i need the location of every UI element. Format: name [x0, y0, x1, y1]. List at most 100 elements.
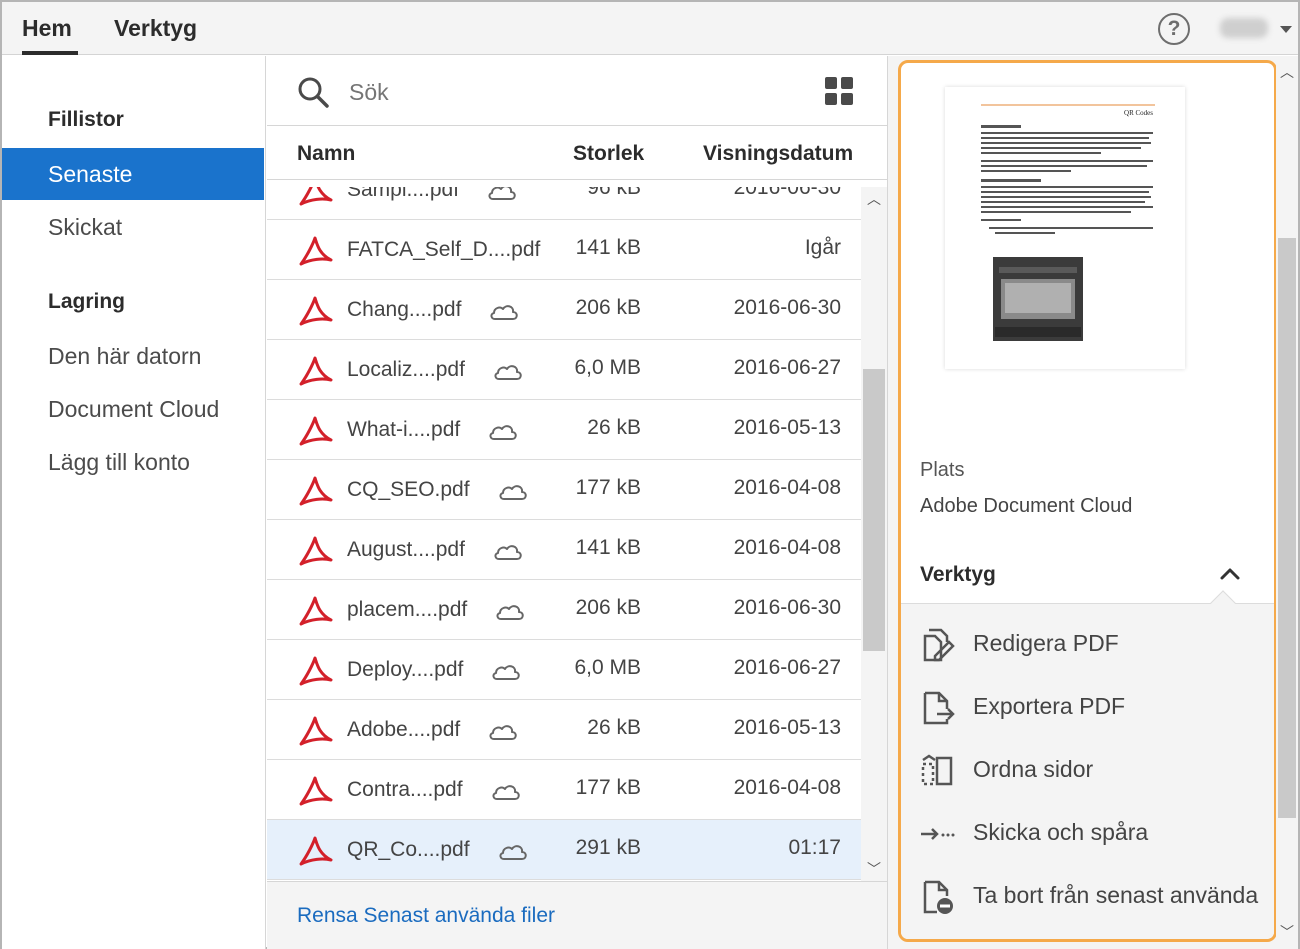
column-header-date[interactable]: Visningsdatum	[703, 142, 853, 166]
location-label: Plats	[920, 459, 965, 481]
location-value: Adobe Document Cloud	[920, 495, 1133, 517]
tool-label: Ta bort från senast använda	[973, 882, 1259, 908]
file-name: Deploy....pdf	[347, 658, 464, 681]
scroll-down-icon[interactable]: ﹀	[1280, 922, 1294, 942]
user-account-name[interactable]	[1220, 18, 1268, 38]
tool-organize-pages[interactable]: Ordna sidor	[901, 742, 1274, 798]
pdf-icon	[299, 536, 333, 566]
file-row[interactable]: CQ_SEO.pdf 177 kB 2016-04-08	[267, 460, 861, 520]
top-bar: Hem Verktyg ?	[2, 2, 1298, 55]
tools-list: Redigera PDF Exportera PDF Ordna sidor S…	[901, 603, 1274, 939]
tool-label: Exportera PDF	[973, 693, 1126, 719]
file-size: 141 kB	[575, 236, 641, 259]
file-size: 177 kB	[575, 776, 641, 799]
tool-remove-recent[interactable]: Ta bort från senast använda	[901, 868, 1274, 924]
file-row[interactable]: Contra....pdf 177 kB 2016-04-08	[267, 760, 861, 820]
tab-home[interactable]: Hem	[22, 15, 72, 42]
active-tab-indicator	[22, 51, 78, 55]
column-header-name[interactable]: Namn	[297, 142, 355, 166]
tool-label: Redigera PDF	[973, 630, 1119, 656]
file-view-date: 2016-04-08	[733, 536, 841, 559]
file-size: 141 kB	[575, 536, 641, 559]
file-row[interactable]: August....pdf 141 kB 2016-04-08	[267, 520, 861, 580]
export-pdf-icon	[923, 691, 955, 725]
document-thumbnail[interactable]: QR Codes	[945, 87, 1185, 369]
app-window: Hem Verktyg ? Fillistor Senaste Skickat …	[0, 0, 1300, 949]
tool-export-pdf[interactable]: Exportera PDF	[901, 679, 1274, 735]
pdf-icon	[299, 187, 333, 206]
file-view-date: 2016-04-08	[733, 476, 841, 499]
file-view-date: 01:17	[788, 836, 841, 859]
pdf-icon	[299, 656, 333, 686]
tools-heading[interactable]: Verktyg	[920, 563, 996, 587]
chevron-up-icon[interactable]	[1219, 563, 1241, 585]
cloud-icon	[489, 425, 517, 440]
search-input[interactable]	[349, 74, 649, 110]
cloud-icon	[494, 365, 522, 380]
clear-recent-files-link[interactable]: Rensa Senast använda filer	[297, 904, 555, 928]
sidebar-heading-storage: Lagring	[48, 290, 125, 313]
search-icon[interactable]	[297, 76, 329, 108]
file-row[interactable]: Chang....pdf 206 kB 2016-06-30	[267, 280, 861, 340]
file-row[interactable]: FATCA_Self_D....pdf 141 kB Igår	[267, 220, 861, 280]
tool-edit-pdf[interactable]: Redigera PDF	[901, 616, 1274, 672]
account-dropdown-icon[interactable]	[1280, 26, 1292, 33]
cloud-icon	[490, 305, 518, 320]
sidebar-item-this-computer[interactable]: Den här datorn	[2, 330, 264, 382]
scroll-up-icon[interactable]: ︿	[867, 189, 881, 209]
file-name: Localiz....pdf	[347, 358, 465, 381]
sidebar-item-add-account[interactable]: Lägg till konto	[2, 436, 264, 488]
file-row[interactable]: placem....pdf 206 kB 2016-06-30	[267, 580, 861, 640]
file-size: 26 kB	[587, 716, 641, 739]
pdf-icon	[299, 596, 333, 626]
cloud-icon	[492, 665, 520, 680]
file-view-date: 2016-04-08	[733, 776, 841, 799]
file-view-date: 2016-05-13	[733, 416, 841, 439]
file-size: 206 kB	[575, 296, 641, 319]
file-row[interactable]: Deploy....pdf 6,0 MB 2016-06-27	[267, 640, 861, 700]
tool-send-track[interactable]: Skicka och spåra	[901, 805, 1274, 861]
cloud-icon	[494, 545, 522, 560]
file-list: Sampl....pdf 96 kB 2016-06-30 FATCA_Self_D.…	[267, 187, 861, 881]
edit-pdf-icon	[923, 628, 955, 662]
file-name: Adobe....pdf	[347, 718, 461, 741]
tab-tools[interactable]: Verktyg	[114, 15, 197, 42]
details-highlight-frame: QR Codes Plats Adobe Document Cloud Verk…	[898, 60, 1277, 942]
file-row[interactable]: Localiz....pdf 6,0 MB 2016-06-27	[267, 340, 861, 400]
pdf-icon	[299, 416, 333, 446]
pdf-icon	[299, 296, 333, 326]
pdf-icon	[299, 836, 333, 866]
scroll-down-icon[interactable]: ﹀	[867, 859, 881, 879]
sidebar-item-recent[interactable]: Senaste	[2, 148, 264, 200]
pdf-icon	[299, 716, 333, 746]
sidebar-item-sent[interactable]: Skickat	[2, 201, 264, 253]
file-view-date: 2016-06-27	[733, 656, 841, 679]
tool-label: Skicka och spåra	[973, 819, 1149, 845]
tool-label: Ordna sidor	[973, 756, 1094, 782]
thumbnail-page-preview: QR Codes	[981, 104, 1155, 341]
file-row[interactable]: Adobe....pdf 26 kB 2016-05-13	[267, 700, 861, 760]
scroll-up-icon[interactable]: ︿	[1280, 62, 1294, 82]
cloud-icon	[496, 605, 524, 620]
column-header-size[interactable]: Storlek	[573, 142, 644, 166]
file-row[interactable]: QR_Co....pdf 291 kB 01:17	[267, 820, 861, 880]
sidebar: Fillistor Senaste Skickat Lagring Den hä…	[2, 56, 266, 949]
file-name: placem....pdf	[347, 598, 468, 621]
scrollbar-thumb[interactable]	[863, 369, 885, 651]
file-list-scrollbar[interactable]: ︿ ﹀	[861, 187, 887, 881]
file-name: CQ_SEO.pdf	[347, 478, 470, 501]
cloud-icon	[499, 845, 527, 860]
send-track-icon	[921, 828, 955, 840]
file-row[interactable]: What-i....pdf 26 kB 2016-05-13	[267, 400, 861, 460]
sidebar-item-document-cloud[interactable]: Document Cloud	[2, 383, 264, 435]
help-icon[interactable]: ?	[1158, 13, 1190, 45]
cloud-icon	[488, 187, 516, 200]
pdf-icon	[299, 776, 333, 806]
file-size: 206 kB	[575, 596, 641, 619]
scrollbar-thumb[interactable]	[1278, 238, 1296, 818]
details-scrollbar[interactable]: ︿ ﹀	[1276, 60, 1298, 945]
file-row[interactable]: Sampl....pdf 96 kB 2016-06-30	[267, 187, 861, 220]
grid-view-icon[interactable]	[825, 77, 853, 105]
file-name: Sampl....pdf	[347, 187, 460, 201]
file-size: 177 kB	[575, 476, 641, 499]
